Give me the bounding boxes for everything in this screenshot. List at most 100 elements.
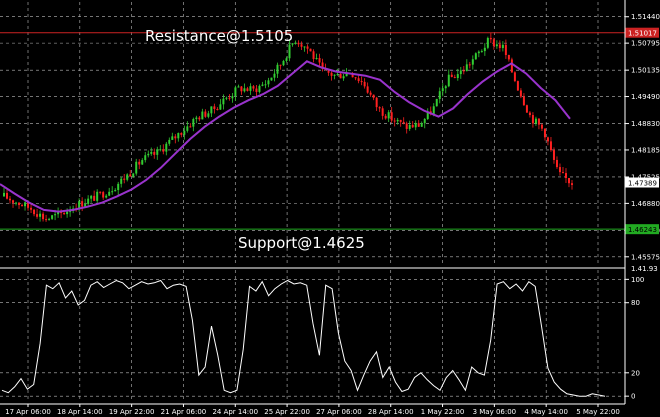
candle-body	[168, 139, 171, 144]
oscillator-pane: 100 80 20 0 1.41.93	[0, 265, 658, 402]
oscillator-header-label: 1.41.93	[631, 265, 658, 273]
candle-body	[276, 64, 279, 74]
candle-body	[471, 59, 474, 65]
candle-body	[354, 77, 357, 79]
y-tick-label: 1.50795	[631, 40, 660, 48]
candle-body	[516, 81, 519, 91]
candle-body	[39, 213, 42, 217]
x-tick-label: 5 May 22:00	[576, 408, 620, 416]
candle-body	[9, 198, 12, 201]
candle-body	[111, 191, 114, 193]
candle-body	[228, 97, 231, 99]
candle-body	[537, 118, 540, 125]
price-horizontal-grid	[0, 16, 625, 258]
candle-body	[408, 124, 411, 129]
oscillator-y-tick-label: 0	[631, 393, 635, 401]
current-price-tag-text: 1.47389	[628, 180, 657, 188]
oscillator-y-tick-label: 80	[631, 299, 640, 307]
candle-body	[123, 178, 126, 180]
candle-body	[90, 195, 93, 199]
candle-body	[330, 72, 333, 76]
candle-body	[363, 81, 366, 87]
candle-body	[102, 192, 105, 198]
candle-body	[504, 44, 507, 55]
candle-body	[45, 219, 48, 221]
candle-body	[414, 123, 417, 128]
oscillator-y-tick-label: 20	[631, 369, 640, 377]
candle-body	[456, 74, 459, 79]
candle-body	[528, 112, 531, 116]
candle-body	[219, 104, 222, 110]
candle-body	[306, 46, 309, 49]
candle-body	[246, 88, 249, 91]
candle-body	[498, 44, 501, 49]
candle-body	[12, 200, 15, 203]
candle-body	[141, 160, 144, 165]
forex-chart: Resistance@1.5105 Support@1.4625 1.51440…	[0, 0, 660, 416]
candle-body	[459, 70, 462, 75]
resistance-price-tag-text: 1.51017	[628, 30, 657, 38]
candle-body	[303, 46, 306, 48]
candle-body	[51, 215, 54, 219]
candle-body	[571, 183, 573, 185]
candle-body	[462, 70, 465, 72]
candle-body	[30, 207, 33, 210]
candle-body	[312, 51, 315, 60]
candle-body	[222, 98, 225, 105]
candle-body	[237, 86, 240, 88]
candle-body	[432, 106, 435, 115]
x-tick-label: 4 May 14:00	[524, 408, 568, 416]
candle-body	[210, 106, 213, 114]
candle-body	[501, 44, 504, 49]
candle-body	[42, 213, 45, 220]
candle-body	[474, 53, 477, 60]
candle-body	[492, 39, 495, 47]
candle-body	[87, 198, 90, 204]
candle-body	[135, 161, 138, 174]
candle-body	[357, 78, 360, 82]
candle-body	[396, 119, 399, 122]
price-y-axis: 1.51440 1.50795 1.50135 1.49490 1.48830 1.481…	[625, 13, 660, 261]
oscillator-vertical-grid	[27, 270, 599, 402]
candle-body	[99, 191, 102, 193]
y-tick-label: 1.46880	[631, 200, 660, 208]
price-vertical-grid	[27, 2, 599, 266]
candle-body	[24, 202, 27, 207]
candle-body	[564, 173, 567, 178]
candle-body	[174, 136, 177, 139]
candle-body	[417, 123, 420, 127]
candle-body	[63, 213, 66, 215]
candle-body	[156, 149, 159, 155]
candle-body	[390, 112, 393, 121]
candle-body	[423, 119, 426, 124]
candle-body	[558, 167, 561, 173]
candle-body	[126, 174, 129, 180]
candle-body	[309, 48, 312, 52]
candle-body	[384, 115, 387, 119]
support-annotation: Support@1.4625	[238, 234, 365, 252]
price-pane: Resistance@1.5105 Support@1.4625 1.51440…	[0, 2, 660, 266]
candle-body	[201, 111, 204, 120]
y-tick-label: 1.45575	[631, 253, 660, 261]
candle-body	[483, 47, 486, 52]
candle-body	[273, 73, 276, 78]
candle-body	[165, 143, 168, 152]
candle-body	[264, 84, 267, 86]
candle-body	[567, 177, 570, 184]
candle-body	[366, 86, 369, 93]
candle-body	[399, 119, 402, 122]
candle-body	[468, 64, 471, 66]
candle-body	[411, 124, 414, 128]
candle-body	[387, 112, 390, 119]
candle-body	[375, 97, 378, 108]
candle-body	[180, 133, 183, 135]
candle-body	[189, 126, 192, 128]
y-tick-label: 1.48185	[631, 146, 660, 154]
candle-body	[531, 115, 534, 124]
candle-body	[234, 87, 237, 97]
candle-body	[204, 111, 207, 117]
candle-body	[288, 44, 291, 59]
candle-body	[405, 123, 408, 129]
candle-body	[561, 172, 564, 174]
oscillator-y-tick-label: 100	[631, 276, 644, 284]
